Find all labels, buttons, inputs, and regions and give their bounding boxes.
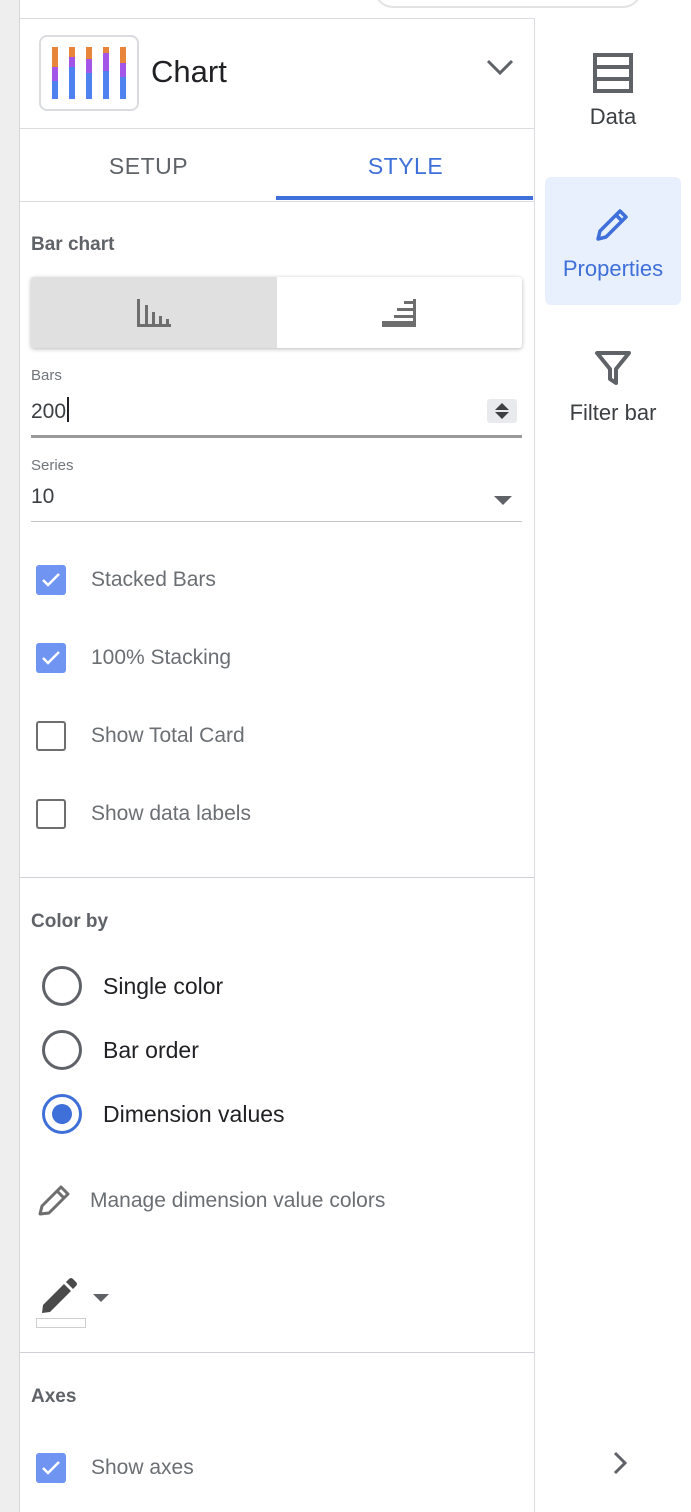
show-total-card-label: Show Total Card <box>91 724 245 747</box>
full-stacking-label: 100% Stacking <box>91 646 232 669</box>
pencil-filled-icon <box>42 1278 77 1313</box>
vertical-bars-button[interactable] <box>31 277 277 348</box>
horizontal-bars-icon <box>382 298 417 327</box>
full-stacking-checkbox[interactable]: 100% Stacking <box>36 640 231 676</box>
show-data-labels-checkbox[interactable]: Show data labels <box>36 796 251 832</box>
bar-order-label: Bar order <box>103 1036 199 1063</box>
bars-field-label: Bars <box>31 367 62 384</box>
radio-unselected-icon <box>42 1030 82 1070</box>
right-side-rail: Data Properties Filter bar <box>536 18 691 1512</box>
top-search-pill[interactable] <box>374 0 642 8</box>
checkbox-checked-icon <box>36 565 66 595</box>
bars-stepper[interactable] <box>487 399 517 423</box>
checkbox-checked-icon <box>36 643 66 673</box>
tab-style[interactable]: STYLE <box>277 130 534 202</box>
rail-item-properties[interactable]: Properties <box>545 177 681 305</box>
horizontal-bars-button[interactable] <box>277 277 523 348</box>
series-field-label: Series <box>31 457 74 474</box>
database-icon <box>593 53 633 93</box>
section-divider <box>20 877 534 878</box>
text-caret <box>67 397 70 422</box>
rail-item-data[interactable]: Data <box>545 52 681 142</box>
stacked-bar-chart-thumbnail-icon <box>39 35 139 111</box>
left-gutter <box>0 0 20 1512</box>
axes-section-title: Axes <box>31 1386 77 1407</box>
panel-tabs: SETUP STYLE <box>20 130 534 202</box>
filter-icon <box>595 351 631 385</box>
dropdown-arrow-icon <box>93 1294 109 1302</box>
radio-bar-order[interactable]: Bar order <box>42 1029 199 1071</box>
checkbox-checked-icon <box>36 1453 66 1483</box>
series-select-value[interactable]: 10 <box>31 485 54 509</box>
series-select-underline <box>31 521 522 522</box>
show-axes-checkbox[interactable]: Show axes <box>36 1450 194 1486</box>
pencil-outline-icon <box>38 1185 70 1216</box>
tab-setup[interactable]: SETUP <box>20 130 277 202</box>
manage-dimension-colors-link[interactable]: Manage dimension value colors <box>34 1181 385 1221</box>
bars-input[interactable]: 200 <box>31 397 70 424</box>
series-dropdown-arrow-icon[interactable] <box>494 496 512 505</box>
checkbox-unchecked-icon <box>36 721 66 751</box>
manage-dimension-colors-label: Manage dimension value colors <box>90 1189 386 1212</box>
rail-item-filter-bar[interactable]: Filter bar <box>545 348 681 438</box>
rail-label-filter-bar: Filter bar <box>569 400 657 425</box>
properties-panel: Chart SETUP STYLE Bar chart Bars 200 Ser… <box>20 18 535 1512</box>
checkbox-unchecked-icon <box>36 799 66 829</box>
show-total-card-checkbox[interactable]: Show Total Card <box>36 718 245 754</box>
chevron-right-icon[interactable] <box>610 1450 630 1476</box>
color-picker-button[interactable] <box>34 1277 114 1333</box>
dimension-values-label: Dimension values <box>103 1100 285 1127</box>
show-data-labels-label: Show data labels <box>91 802 251 825</box>
rail-label-properties: Properties <box>562 256 664 281</box>
chart-type-title: Chart <box>151 54 227 89</box>
chevron-down-icon[interactable] <box>485 57 515 77</box>
radio-unselected-icon <box>42 966 82 1006</box>
single-color-label: Single color <box>103 972 224 999</box>
bar-chart-section-title: Bar chart <box>31 234 115 255</box>
active-tab-indicator <box>276 196 533 200</box>
show-axes-label: Show axes <box>91 1456 194 1479</box>
radio-dimension-values[interactable]: Dimension values <box>42 1093 285 1135</box>
radio-single-color[interactable]: Single color <box>42 965 223 1007</box>
color-swatch <box>36 1318 86 1328</box>
pencil-icon <box>596 209 628 241</box>
vertical-bars-icon <box>136 298 171 327</box>
bars-input-underline <box>31 435 522 438</box>
bar-orientation-toggle <box>31 277 522 348</box>
stacked-bars-label: Stacked Bars <box>91 568 216 591</box>
section-divider <box>20 1352 534 1353</box>
stacked-bars-checkbox[interactable]: Stacked Bars <box>36 562 216 598</box>
chart-type-picker[interactable]: Chart <box>20 19 534 129</box>
radio-selected-icon <box>42 1094 82 1134</box>
bars-input-value: 200 <box>31 400 67 423</box>
rail-label-data: Data <box>589 104 637 129</box>
color-by-section-title: Color by <box>31 911 109 932</box>
stepper-arrows-icon <box>495 403 509 419</box>
